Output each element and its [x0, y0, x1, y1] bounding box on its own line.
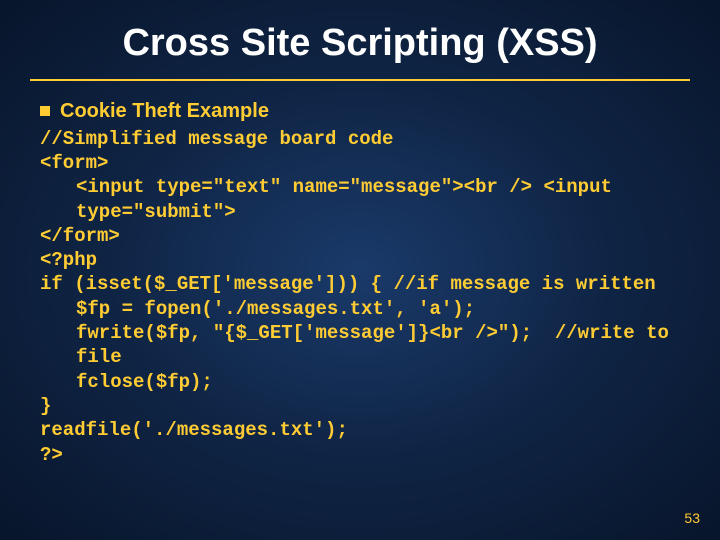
- slide-content: Cookie Theft Example //Simplified messag…: [0, 99, 720, 467]
- code-line: <?php: [40, 248, 680, 272]
- code-line: readfile('./messages.txt');: [40, 418, 680, 442]
- slide-title: Cross Site Scripting (XSS): [0, 0, 720, 73]
- slide: Cross Site Scripting (XSS) Cookie Theft …: [0, 0, 720, 540]
- code-line: ?>: [40, 443, 680, 467]
- code-line: fclose($fp);: [40, 370, 680, 394]
- title-underline: [30, 79, 690, 81]
- page-number: 53: [684, 510, 700, 526]
- code-line: <form>: [40, 151, 680, 175]
- bullet-item: Cookie Theft Example: [40, 99, 680, 125]
- code-line: </form>: [40, 224, 680, 248]
- code-line: //Simplified message board code: [40, 127, 680, 151]
- code-line: fwrite($fp, "{$_GET['message']}<br />");…: [40, 321, 680, 370]
- bullet-text: Cookie Theft Example: [60, 99, 269, 125]
- code-line: if (isset($_GET['message'])) { //if mess…: [40, 272, 680, 296]
- code-line: <input type="text" name="message"><br />…: [40, 175, 680, 224]
- code-line: }: [40, 394, 680, 418]
- code-line: $fp = fopen('./messages.txt', 'a');: [40, 297, 680, 321]
- bullet-square-icon: [40, 106, 50, 116]
